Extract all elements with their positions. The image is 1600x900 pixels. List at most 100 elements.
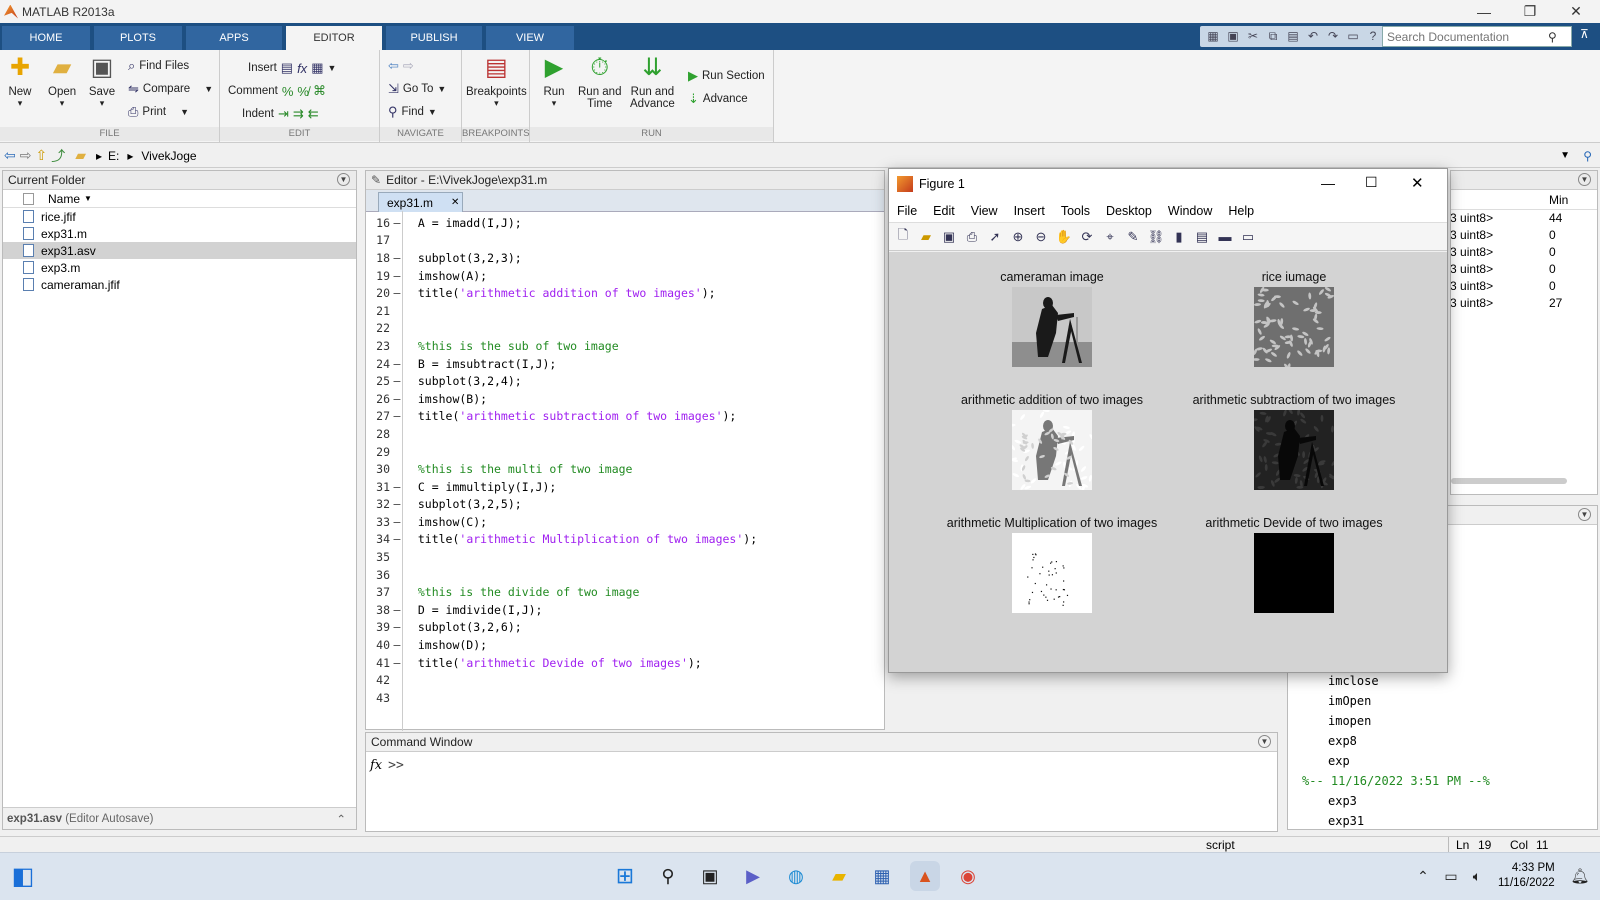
switch-windows-icon[interactable]: ▭	[1344, 27, 1362, 45]
doc-search-input[interactable]	[1383, 29, 1548, 44]
menu-insert[interactable]: Insert	[1006, 204, 1053, 218]
code-line[interactable]: 29	[366, 443, 884, 461]
line-number[interactable]: 40	[366, 638, 390, 652]
line-number[interactable]: 33	[366, 515, 390, 529]
forward-arrow-icon[interactable]: ⇨	[403, 58, 414, 74]
edge-icon[interactable]: ◍	[781, 861, 811, 891]
link-plot-icon[interactable]: ⛓	[1146, 227, 1166, 247]
code-line[interactable]: 38– D = imdivide(I,J);	[366, 601, 884, 619]
line-number[interactable]: 42	[366, 673, 390, 687]
menu-view[interactable]: View	[963, 204, 1006, 218]
clock[interactable]: 4:33 PM 11/16/2022	[1498, 861, 1555, 891]
figure-maximize-button[interactable]: ☐	[1365, 174, 1378, 191]
code-line[interactable]: 22	[366, 320, 884, 338]
zoom-out-icon[interactable]: ⊖	[1031, 227, 1051, 247]
zoom-in-icon[interactable]: ⊕	[1008, 227, 1028, 247]
new-figure-icon[interactable]: 🗋	[893, 227, 913, 247]
menu-help[interactable]: Help	[1220, 204, 1262, 218]
code-line[interactable]: 36	[366, 566, 884, 584]
show-tools-icon[interactable]: ▭	[1238, 227, 1258, 247]
code-line[interactable]: 42	[366, 671, 884, 689]
compare-button[interactable]: ⇋ Compare ▼	[128, 81, 213, 97]
code-line[interactable]: 16– A = imadd(I,J);	[366, 214, 884, 232]
code-line[interactable]: 32– subplot(3,2,5);	[366, 496, 884, 514]
history-item[interactable]: imOpen	[1288, 691, 1597, 711]
list-item[interactable]: rice.jfif	[3, 208, 356, 225]
cell-icon[interactable]: ▦	[311, 60, 323, 76]
history-item[interactable]: exp8	[1288, 731, 1597, 751]
line-number[interactable]: 25	[366, 374, 390, 388]
back-icon[interactable]: ⇦	[4, 147, 16, 164]
tab-view[interactable]: VIEW	[486, 26, 574, 50]
history-item[interactable]: imclose	[1288, 671, 1597, 691]
code-line[interactable]: 37 %this is the divide of two image	[366, 583, 884, 601]
new-button[interactable]: ✚ New ▾	[6, 54, 34, 109]
up-folder-icon[interactable]: ⇧	[35, 147, 47, 164]
line-number[interactable]: 24	[366, 357, 390, 371]
line-number[interactable]: 16	[366, 216, 390, 230]
save-figure-icon[interactable]: ▣	[939, 227, 959, 247]
figure-minimize-button[interactable]: —	[1321, 175, 1335, 191]
search-icon[interactable]: ⚲	[653, 861, 683, 891]
advance-button[interactable]: ⇣ Advance	[688, 91, 748, 107]
line-number[interactable]: 41	[366, 656, 390, 670]
save-icon[interactable]: ▣	[1224, 27, 1242, 45]
path-drive[interactable]: E:	[108, 149, 119, 163]
list-item[interactable]: exp31.asv	[3, 242, 356, 259]
fx-icon[interactable]: fx	[370, 758, 382, 773]
line-number[interactable]: 31	[366, 480, 390, 494]
back-arrow-icon[interactable]: ⇦	[388, 58, 399, 74]
goto-button[interactable]: ⇲ Go To ▼	[388, 81, 446, 97]
workspace-row[interactable]: <225x225x3 uint8> 27	[1451, 295, 1597, 312]
fx-icon[interactable]: fx	[297, 61, 307, 76]
code-line[interactable]: 20– title('arithmetic addition of two im…	[366, 284, 884, 302]
layout-icon[interactable]: ▦	[1204, 27, 1222, 45]
chrome-icon[interactable]: ◉	[953, 861, 983, 891]
code-line[interactable]: 28	[366, 425, 884, 443]
save-button[interactable]: ▣ Save ▾	[88, 54, 116, 109]
collapse-ribbon-icon[interactable]: ⊼	[1580, 27, 1589, 41]
tab-publish[interactable]: PUBLISH	[386, 26, 482, 50]
run-button[interactable]: ▶ Run ▾	[540, 54, 568, 109]
workspace-row[interactable]: <225x225x3 uint8> 0	[1451, 244, 1597, 261]
line-number[interactable]: 38	[366, 603, 390, 617]
tab-exp31[interactable]: exp31.m ✕	[378, 192, 463, 212]
line-number[interactable]: 37	[366, 585, 390, 599]
hide-tools-icon[interactable]: ▬	[1215, 227, 1235, 247]
workspace-row[interactable]: <225x225x3 uint8> 0	[1451, 261, 1597, 278]
line-number[interactable]: 19	[366, 269, 390, 283]
line-number[interactable]: 34	[366, 532, 390, 546]
code-line[interactable]: 39– subplot(3,2,6);	[366, 619, 884, 637]
open-file-icon[interactable]: ▰	[916, 227, 936, 247]
pan-icon[interactable]: ✋	[1054, 227, 1074, 247]
find-files-button[interactable]: ⌕ Find Files	[128, 58, 189, 74]
code-line[interactable]: 30 %this is the multi of two image	[366, 460, 884, 478]
restore-button[interactable]: ❐	[1507, 0, 1553, 23]
line-number[interactable]: 23	[366, 339, 390, 353]
menu-edit[interactable]: Edit	[925, 204, 963, 218]
print-button[interactable]: ⎙ Print ▼	[128, 104, 189, 120]
help-icon[interactable]: ?	[1364, 27, 1382, 45]
horizontal-scrollbar[interactable]	[1451, 478, 1567, 484]
menu-window[interactable]: Window	[1160, 204, 1220, 218]
forward-icon[interactable]: ⇨	[20, 147, 32, 164]
code-line[interactable]: 25– subplot(3,2,4);	[366, 372, 884, 390]
tab-plots[interactable]: PLOTS	[94, 26, 182, 50]
code-area[interactable]: 16– A = imadd(I,J); 17 18– subplot(3,2,3);…	[366, 212, 884, 722]
history-item[interactable]: exp	[1288, 751, 1597, 771]
line-number[interactable]: 20	[366, 286, 390, 300]
find-button[interactable]: ⚲ Find ▼	[388, 104, 437, 120]
edit-plot-icon[interactable]: ➚	[985, 227, 1005, 247]
workspace-row[interactable]: <225x225x3 uint8> 0	[1451, 278, 1597, 295]
list-item[interactable]: cameraman.jfif	[3, 276, 356, 293]
doc-search-field[interactable]: ⚲	[1382, 26, 1572, 47]
menu-desktop[interactable]: Desktop	[1098, 204, 1160, 218]
list-item[interactable]: exp3.m	[3, 259, 356, 276]
run-section-button[interactable]: ▶ Run Section	[688, 68, 765, 84]
tab-editor[interactable]: EDITOR	[286, 26, 382, 50]
code-line[interactable]: 35	[366, 548, 884, 566]
back-forward-buttons[interactable]: ⇦ ⇨	[388, 58, 414, 74]
uncomment-icon[interactable]: %̸	[297, 84, 309, 99]
list-item[interactable]: exp31.m	[3, 225, 356, 242]
figure-close-button[interactable]: ✕	[1411, 174, 1424, 192]
